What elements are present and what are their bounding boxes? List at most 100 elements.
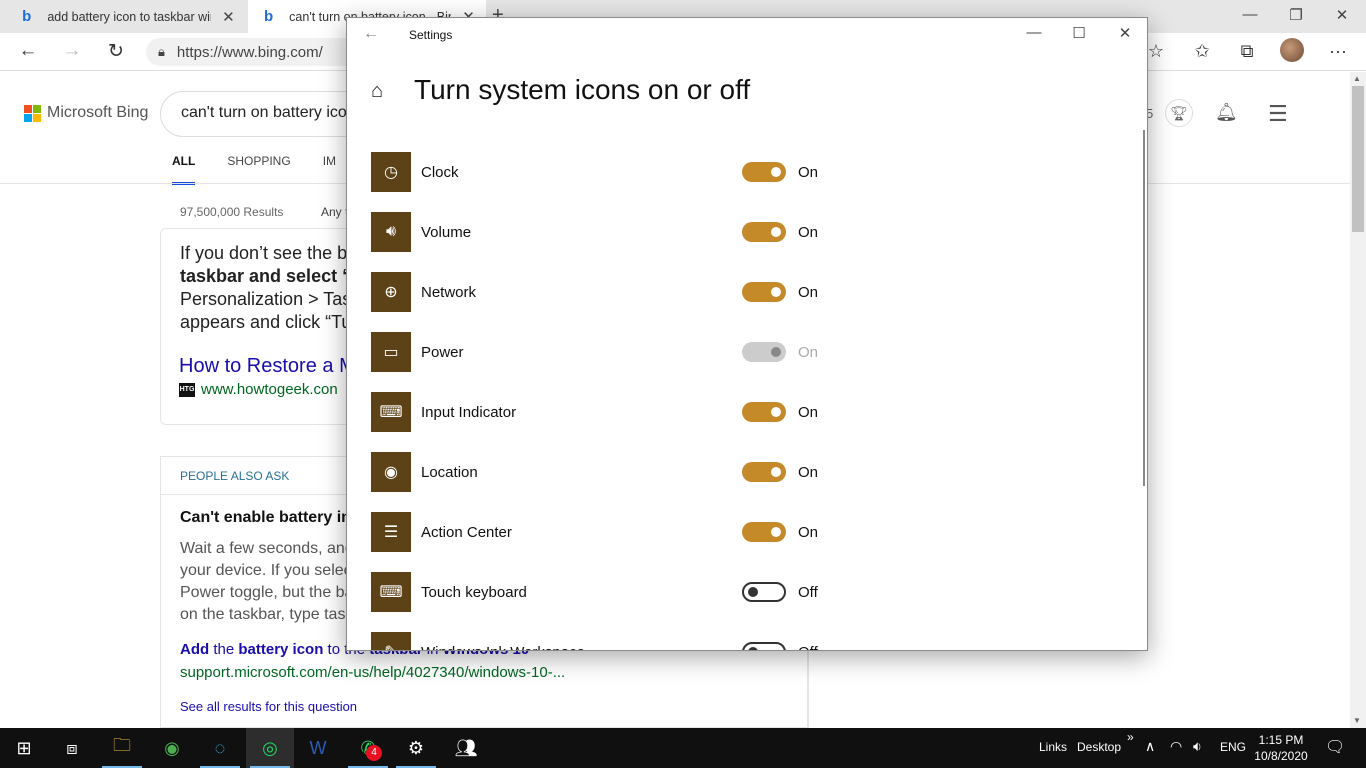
- close-tab-icon[interactable]: ✕: [221, 8, 236, 26]
- profile-avatar[interactable]: [1280, 38, 1304, 62]
- paa-question[interactable]: Can't enable battery in W: [180, 509, 371, 527]
- people-app-icon[interactable]: 👥︎: [442, 728, 490, 768]
- chrome-icon[interactable]: ◉: [148, 728, 196, 768]
- more-menu-icon[interactable]: ···: [1326, 41, 1350, 62]
- clock-date: 10/8/2020: [1254, 749, 1308, 763]
- any-time-filter[interactable]: Any t: [321, 205, 348, 219]
- link-part: battery icon: [238, 641, 324, 658]
- wifi-network-icon[interactable]: ◠: [1170, 738, 1182, 755]
- toggle-switch[interactable]: [742, 462, 786, 482]
- page-scrollbar-thumb[interactable]: [1352, 86, 1364, 232]
- action-center-notification-icon[interactable]: 🗨︎: [1325, 737, 1345, 757]
- task-view-icon[interactable]: ⧈: [48, 728, 96, 768]
- system-icon-label: Touch keyboard: [421, 583, 527, 601]
- tab-images[interactable]: IM: [323, 154, 336, 185]
- back-arrow-icon[interactable]: ←: [16, 40, 40, 62]
- start-windows-icon[interactable]: ⊞: [0, 728, 48, 768]
- system-icon-label: Network: [421, 283, 477, 301]
- links-toolbar[interactable]: Links: [1039, 740, 1067, 754]
- paa-answer: Wait a few seconds, and your device. If …: [180, 538, 350, 626]
- answer-snippet: If you don’t see the ba taskbar and sele…: [180, 242, 350, 334]
- action-center-icon: ☰: [371, 512, 411, 552]
- snippet-line: taskbar and select “T: [180, 266, 350, 286]
- toggle-knob: [771, 527, 781, 537]
- paa-result-url[interactable]: support.microsoft.com/en-us/help/4027340…: [180, 664, 565, 681]
- spotify-icon[interactable]: ◎: [246, 728, 294, 768]
- system-icon-row: ⊕ Network On: [371, 262, 1111, 322]
- paa-answer-line: your device. If you selec: [180, 562, 350, 579]
- result-url[interactable]: HTG www.howtogeek.con: [179, 381, 338, 398]
- settings-maximize-icon[interactable]: ☐: [1067, 24, 1091, 42]
- toggle-switch[interactable]: [742, 222, 786, 242]
- desktop-toolbar[interactable]: Desktop: [1077, 740, 1121, 754]
- toggle-knob: [748, 587, 758, 597]
- tab-shopping[interactable]: SHOPPING: [227, 154, 290, 185]
- word-icon[interactable]: W: [294, 728, 342, 768]
- system-icon-row: ☰ Action Center On: [371, 502, 1111, 562]
- hamburger-menu-icon[interactable]: ☰: [1268, 101, 1288, 127]
- system-icon-row: ⌨ Touch keyboard Off: [371, 562, 1111, 622]
- toggle-state-label: On: [798, 523, 819, 541]
- settings-minimize-icon[interactable]: —: [1022, 24, 1046, 41]
- system-icons-list: ◷ Clock On 🔊︎ Volume On ⊕ Network On ▭ Power On ⌨ Inp…: [371, 142, 1111, 651]
- toggle-switch[interactable]: [742, 582, 786, 602]
- howtogeek-site-icon: HTG: [179, 382, 195, 397]
- pen-ink-icon: ✎: [371, 632, 411, 650]
- edge-browser-icon[interactable]: ◌: [196, 728, 244, 768]
- browser-tab-1[interactable]: b add battery icon to taskbar wind ✕: [6, 0, 246, 33]
- settings-scrollbar[interactable]: [1143, 130, 1145, 486]
- system-icon-label: Action Center: [421, 523, 512, 541]
- scroll-up-icon[interactable]: ▲: [1353, 74, 1361, 83]
- lock-icon: 🔒︎: [158, 44, 165, 59]
- toggle-state-label: On: [798, 403, 819, 421]
- system-icon-row: ⌨ Input Indicator On: [371, 382, 1111, 442]
- page-title: Turn system icons on or off: [414, 74, 751, 105]
- result-title-link[interactable]: How to Restore a M: [179, 355, 356, 378]
- toggle-switch[interactable]: [742, 642, 786, 650]
- system-icon-row: ◷ Clock On: [371, 142, 1111, 202]
- toggle-switch[interactable]: [742, 402, 786, 422]
- browser-minimize-icon[interactable]: —: [1238, 6, 1262, 23]
- browser-close-icon[interactable]: ✕: [1330, 6, 1354, 24]
- forward-arrow-icon[interactable]: →: [60, 40, 84, 62]
- toggle-state-label: On: [798, 163, 819, 181]
- system-icon-label: Clock: [421, 163, 459, 181]
- address-bar[interactable]: 🔒︎ https://www.bing.com/: [146, 38, 366, 66]
- toggle-knob: [771, 467, 781, 477]
- toggle-switch: [742, 342, 786, 362]
- back-arrow-icon[interactable]: ←: [363, 25, 379, 43]
- page-scrollbar[interactable]: ▲ ▼: [1350, 72, 1366, 728]
- toggle-switch[interactable]: [742, 282, 786, 302]
- toggle-knob: [748, 647, 758, 650]
- file-explorer-icon[interactable]: 🗀︎: [98, 728, 146, 768]
- toggle-switch[interactable]: [742, 522, 786, 542]
- collections-icon[interactable]: ⧉: [1235, 41, 1259, 62]
- battery-power-icon: ▭: [371, 332, 411, 372]
- settings-gear-icon[interactable]: ⚙: [392, 728, 440, 768]
- toggle-switch[interactable]: [742, 162, 786, 182]
- tab-title: add battery icon to taskbar wind: [47, 9, 211, 24]
- system-icon-label: Volume: [421, 223, 472, 241]
- toggle-state-label: On: [798, 283, 819, 301]
- settings-close-icon[interactable]: ✕: [1113, 24, 1137, 42]
- tab-all[interactable]: ALL: [172, 154, 196, 185]
- input-language[interactable]: ENG: [1220, 740, 1246, 754]
- show-hidden-icons-icon[interactable]: ∧: [1145, 738, 1155, 755]
- see-all-results-link[interactable]: See all results for this question: [180, 699, 357, 714]
- notifications-bell-icon[interactable]: 🔔︎: [1215, 102, 1238, 123]
- clock-time: 1:15 PM: [1258, 733, 1304, 747]
- taskbar-clock[interactable]: 1:15 PM 10/8/2020: [1253, 732, 1309, 764]
- refresh-icon[interactable]: ↻: [104, 40, 128, 63]
- bing-logo[interactable]: Microsoft Bing: [24, 104, 148, 122]
- toggle-knob: [771, 407, 781, 417]
- favorites-list-icon[interactable]: ✩: [1190, 41, 1214, 62]
- toolbar-overflow-icon[interactable]: »: [1127, 730, 1134, 744]
- system-icon-label: Input Indicator: [421, 403, 517, 421]
- system-icon-label: Windows Ink Workspace: [421, 644, 585, 651]
- result-url-text: www.howtogeek.con: [201, 381, 338, 398]
- rewards-trophy-icon[interactable]: 🏆︎: [1165, 99, 1193, 127]
- home-icon[interactable]: ⌂: [371, 80, 383, 103]
- browser-restore-icon[interactable]: ❐: [1284, 6, 1308, 24]
- volume-speaker-icon[interactable]: 🔉︎: [1193, 738, 1202, 755]
- scroll-down-icon[interactable]: ▼: [1353, 716, 1361, 725]
